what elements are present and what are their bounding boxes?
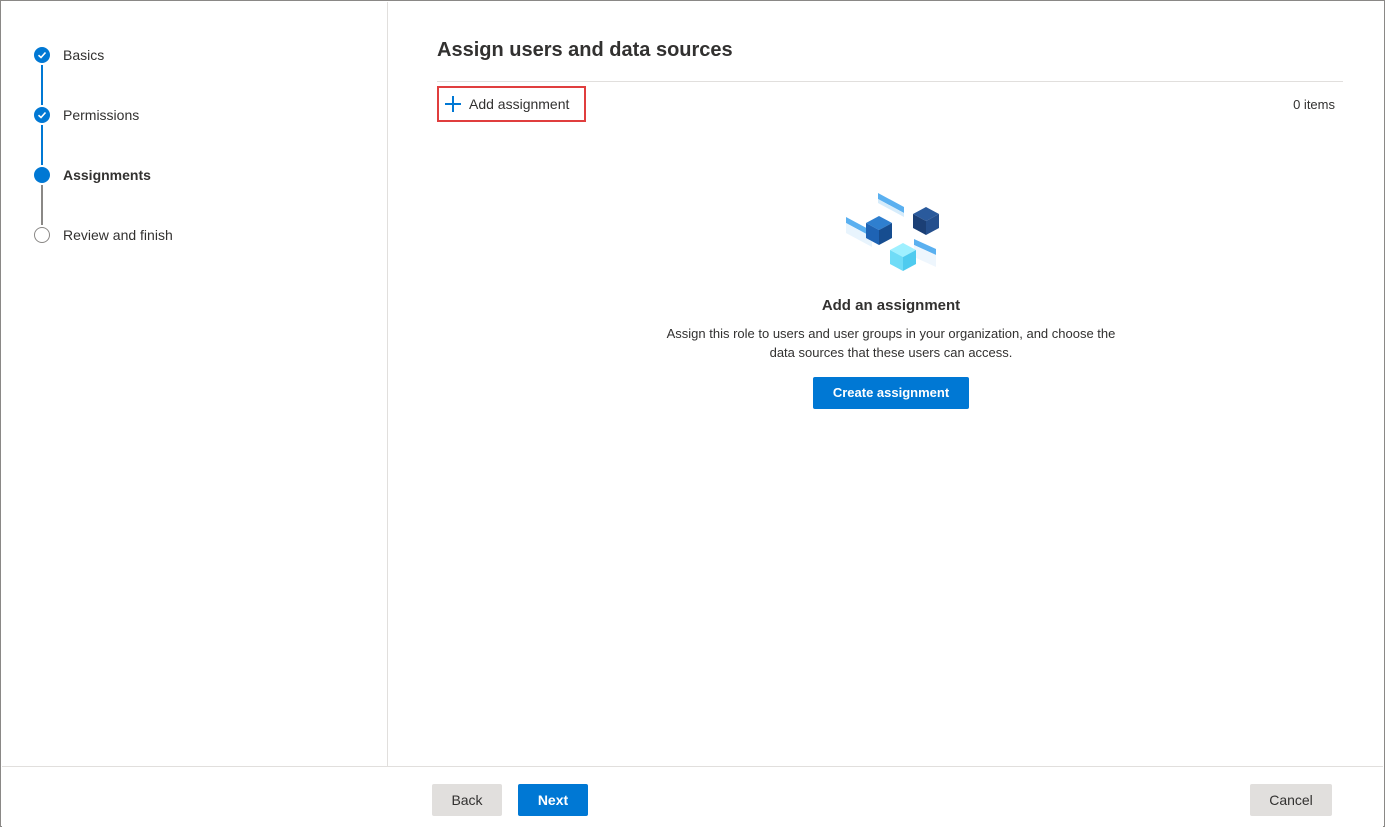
step-label: Assignments xyxy=(63,167,151,183)
empty-state-description-line: data sources that these users can access… xyxy=(769,345,1013,360)
wizard-footer: Back Next Cancel xyxy=(2,766,1383,827)
empty-state-title: Add an assignment xyxy=(821,297,961,314)
current-step-icon xyxy=(34,167,50,183)
plus-icon xyxy=(445,96,461,112)
step-label: Review and finish xyxy=(63,227,173,243)
step-connector xyxy=(41,185,43,225)
empty-state-description-line: Assign this role to users and user group… xyxy=(666,326,1116,341)
step-basics[interactable]: Basics xyxy=(34,45,104,65)
pending-step-icon xyxy=(34,227,50,243)
wizard-steps: Basics Permissions Assignments Review an… xyxy=(2,2,388,766)
wizard-panel: Basics Permissions Assignments Review an… xyxy=(0,0,1385,827)
step-review-and-finish[interactable]: Review and finish xyxy=(34,225,173,245)
check-icon xyxy=(34,47,50,63)
main-content: Assign users and data sources Add assign… xyxy=(389,2,1383,766)
back-button[interactable]: Back xyxy=(432,784,502,816)
step-connector xyxy=(41,65,43,105)
empty-state-description: Assign this role to users and user group… xyxy=(629,324,1153,362)
empty-state: Add an assignment Assign this role to us… xyxy=(629,187,1153,409)
step-label: Permissions xyxy=(63,107,140,123)
check-icon xyxy=(34,107,50,123)
step-assignments[interactable]: Assignments xyxy=(34,165,151,185)
next-button[interactable]: Next xyxy=(518,784,588,816)
cubes-illustration-icon xyxy=(846,193,939,271)
add-assignment-button[interactable]: Add assignment xyxy=(437,86,586,122)
page-title: Assign users and data sources xyxy=(437,39,733,61)
command-bar-divider xyxy=(437,81,1343,82)
step-label: Basics xyxy=(63,47,105,63)
add-assignment-label: Add assignment xyxy=(469,96,570,112)
create-assignment-button[interactable]: Create assignment xyxy=(812,377,970,409)
step-connector xyxy=(41,125,43,165)
cancel-button[interactable]: Cancel xyxy=(1250,784,1332,816)
item-count: 0 items xyxy=(1293,97,1335,112)
step-permissions[interactable]: Permissions xyxy=(34,105,139,125)
